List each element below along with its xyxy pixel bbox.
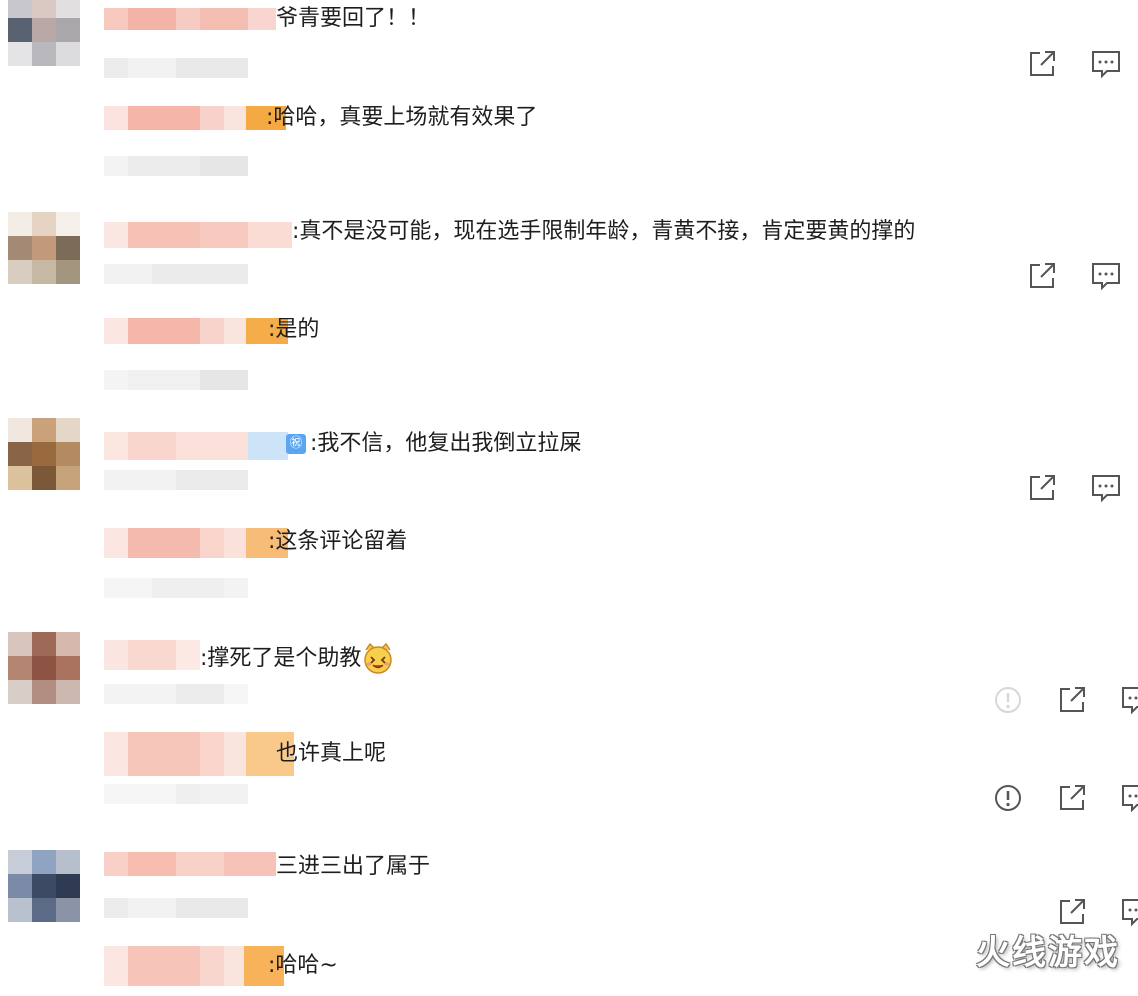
comment-icon[interactable] [1120,896,1138,928]
comment-icon[interactable] [1090,260,1122,292]
comment-text: 三进三出了属于 [276,854,431,879]
reply-meta-blurred [104,784,248,804]
comment-meta-blurred [104,470,248,490]
reply-text: :是的 [268,317,320,342]
username-blurred[interactable] [104,432,288,460]
username-blurred[interactable] [104,222,292,248]
reply-username-blurred[interactable] [104,732,294,776]
share-icon[interactable] [1026,48,1058,80]
comment-text: :撑死了是个助教 [200,642,395,676]
reply-text: :哈哈~ [268,953,338,978]
avatar[interactable] [8,418,80,490]
grinning-cat-emoji-icon [364,642,393,674]
comment-meta-blurred [104,898,248,918]
reply-text: :哈哈，真要上场就有效果了 [266,105,538,130]
comment-text: :真不是没可能，现在选手限制年龄，青黄不接，肯定要黄的撑的 [292,219,916,244]
username-blurred[interactable] [104,852,276,876]
comment-icon[interactable] [1120,782,1138,814]
reply-text: :这条评论留着 [268,529,408,554]
report-icon[interactable] [992,684,1024,716]
avatar[interactable] [8,0,80,66]
reply-meta-blurred [104,156,248,176]
reply-meta-blurred [104,370,248,390]
share-icon[interactable] [1056,684,1088,716]
comment-meta-blurred [104,58,248,78]
avatar[interactable] [8,212,80,284]
share-icon[interactable] [1056,896,1088,928]
comment-meta-blurred [104,264,248,284]
avatar[interactable] [8,632,80,704]
comment-icon[interactable] [1090,48,1122,80]
comment-meta-blurred [104,684,248,704]
reply-username-blurred[interactable] [104,106,286,130]
comment-text: 爷青要回了！！ [276,6,431,31]
report-icon[interactable] [992,782,1024,814]
comment-text: ㊗:我不信，他复出我倒立拉屎 [286,431,581,457]
username-blurred[interactable] [104,8,276,30]
reply-username-blurred[interactable] [104,318,288,344]
reply-text: 也许真上呢 [276,741,387,766]
vip-badge: ㊗ [286,434,306,454]
comment-icon[interactable] [1090,472,1122,504]
reply-username-blurred[interactable] [104,528,288,558]
reply-meta-blurred [104,578,248,598]
share-icon[interactable] [1026,472,1058,504]
comment-icon[interactable] [1120,684,1138,716]
reply-username-blurred[interactable] [104,946,284,986]
comment-text-content: :我不信，他复出我倒立拉屎 [310,431,582,456]
comment-text-content: :撑死了是个助教 [200,646,362,671]
avatar[interactable] [8,850,80,922]
share-icon[interactable] [1026,260,1058,292]
watermark: 火线游戏 [976,933,1120,973]
username-blurred[interactable] [104,640,200,670]
share-icon[interactable] [1056,782,1088,814]
